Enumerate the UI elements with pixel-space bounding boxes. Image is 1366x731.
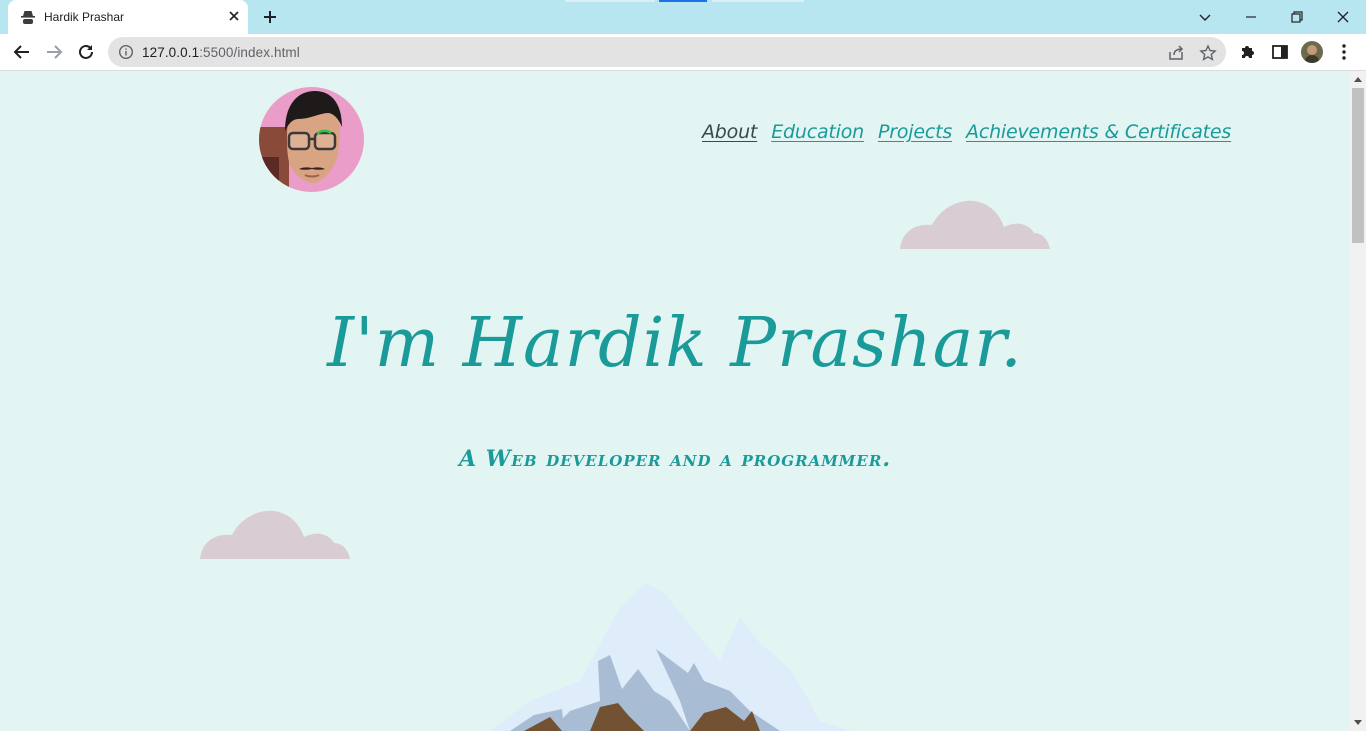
kebab-menu-icon[interactable] bbox=[1334, 42, 1354, 62]
profile-photo-image bbox=[259, 87, 364, 192]
side-panel-icon[interactable] bbox=[1270, 42, 1290, 62]
incognito-favicon-icon bbox=[21, 11, 35, 24]
nav-link-education[interactable]: Education bbox=[771, 121, 864, 143]
close-tab-icon[interactable] bbox=[225, 7, 243, 25]
share-icon[interactable] bbox=[1167, 44, 1185, 62]
back-arrow-icon[interactable] bbox=[11, 41, 33, 63]
url-host: 127.0.0.1 bbox=[142, 45, 200, 60]
page-viewport: About Education Projects Achievements & … bbox=[0, 71, 1350, 731]
reload-icon[interactable] bbox=[75, 41, 97, 63]
mountain-illustration bbox=[490, 583, 850, 731]
nav-link-about[interactable]: About bbox=[702, 121, 757, 143]
main-nav: About Education Projects Achievements & … bbox=[702, 121, 1231, 143]
close-window-icon[interactable] bbox=[1332, 6, 1354, 28]
scroll-thumb[interactable] bbox=[1352, 88, 1364, 243]
site-info-icon[interactable] bbox=[118, 44, 134, 60]
minimize-icon[interactable] bbox=[1240, 6, 1262, 28]
tab-strip-highlight bbox=[712, 0, 804, 2]
tab-strip-highlight bbox=[565, 0, 655, 2]
restore-icon[interactable] bbox=[1286, 6, 1308, 28]
nav-link-achievements[interactable]: Achievements & Certificates bbox=[966, 121, 1231, 143]
url-path: :5500/index.html bbox=[199, 45, 300, 60]
profile-photo bbox=[259, 87, 364, 192]
scroll-down-arrow-icon[interactable] bbox=[1354, 720, 1362, 725]
browser-tab[interactable]: Hardik Prashar bbox=[8, 0, 248, 34]
bookmark-star-icon[interactable] bbox=[1199, 44, 1217, 62]
cloud-decoration bbox=[200, 510, 350, 559]
page-scrollbar[interactable] bbox=[1350, 71, 1366, 731]
nav-link-projects[interactable]: Projects bbox=[878, 121, 952, 143]
hero-subtitle: A Web developer and a programmer. bbox=[459, 446, 891, 472]
browser-toolbar: 127.0.0.1:5500/index.html bbox=[0, 34, 1366, 71]
extensions-puzzle-icon[interactable] bbox=[1238, 42, 1258, 62]
profile-photo-icon bbox=[1301, 41, 1323, 63]
forward-arrow-icon[interactable] bbox=[43, 41, 65, 63]
tab-strip: Hardik Prashar bbox=[0, 0, 1366, 34]
url-text: 127.0.0.1:5500/index.html bbox=[142, 45, 300, 60]
profile-avatar[interactable] bbox=[1301, 41, 1323, 63]
cloud-decoration bbox=[900, 200, 1050, 249]
tab-strip-indicator bbox=[659, 0, 707, 2]
scroll-up-arrow-icon[interactable] bbox=[1354, 77, 1362, 82]
tab-search-chevron-icon[interactable] bbox=[1194, 6, 1216, 28]
hero-title: I'm Hardik Prashar. bbox=[327, 304, 1023, 383]
new-tab-icon[interactable] bbox=[260, 7, 280, 27]
tab-title: Hardik Prashar bbox=[44, 10, 125, 24]
address-bar[interactable]: 127.0.0.1:5500/index.html bbox=[108, 37, 1226, 67]
